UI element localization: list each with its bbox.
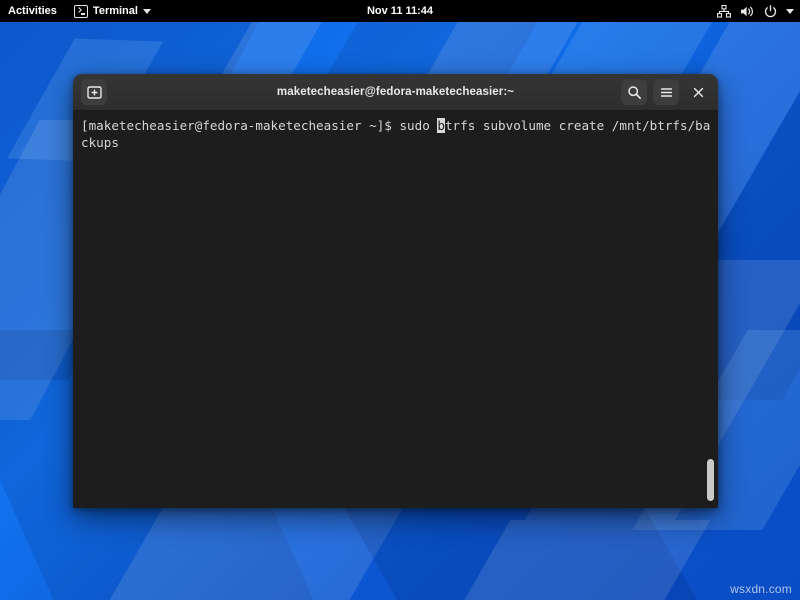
terminal-cursor: b [437,118,445,133]
window-titlebar[interactable]: maketecheasier@fedora-maketecheasier:~ [73,74,718,111]
command-text-before-cursor: sudo [399,118,437,133]
system-tray [717,0,794,22]
titlebar-buttons [621,79,711,105]
terminal-scrollbar[interactable] [704,111,716,508]
app-menu-label: Terminal [93,5,138,17]
hamburger-menu-icon[interactable] [653,79,679,105]
search-icon[interactable] [621,79,647,105]
terminal-output-area[interactable]: [maketecheasier@fedora-maketecheasier ~]… [73,111,718,508]
terminal-icon [74,5,88,18]
desktop-screen: Activities Terminal Nov 11 11:44 [0,0,800,600]
close-icon[interactable] [685,79,711,105]
shell-prompt: [maketecheasier@fedora-maketecheasier ~]… [81,118,399,133]
system-menu-chevron-icon[interactable] [786,9,794,14]
terminal-text: [maketecheasier@fedora-maketecheasier ~]… [75,117,718,151]
gnome-top-bar: Activities Terminal Nov 11 11:44 [0,0,800,22]
add-tab-icon[interactable] [81,79,107,105]
site-watermark: wsxdn.com [730,582,792,596]
volume-icon[interactable] [740,5,755,18]
terminal-window: maketecheasier@fedora-maketecheasier:~ [73,74,718,508]
chevron-down-icon [143,9,151,14]
app-menu-terminal[interactable]: Terminal [66,0,159,22]
activities-button[interactable]: Activities [0,0,66,22]
clock-datetime[interactable]: Nov 11 11:44 [367,5,433,17]
network-icon[interactable] [717,5,731,18]
scrollbar-thumb[interactable] [707,459,714,501]
power-icon[interactable] [764,5,777,18]
